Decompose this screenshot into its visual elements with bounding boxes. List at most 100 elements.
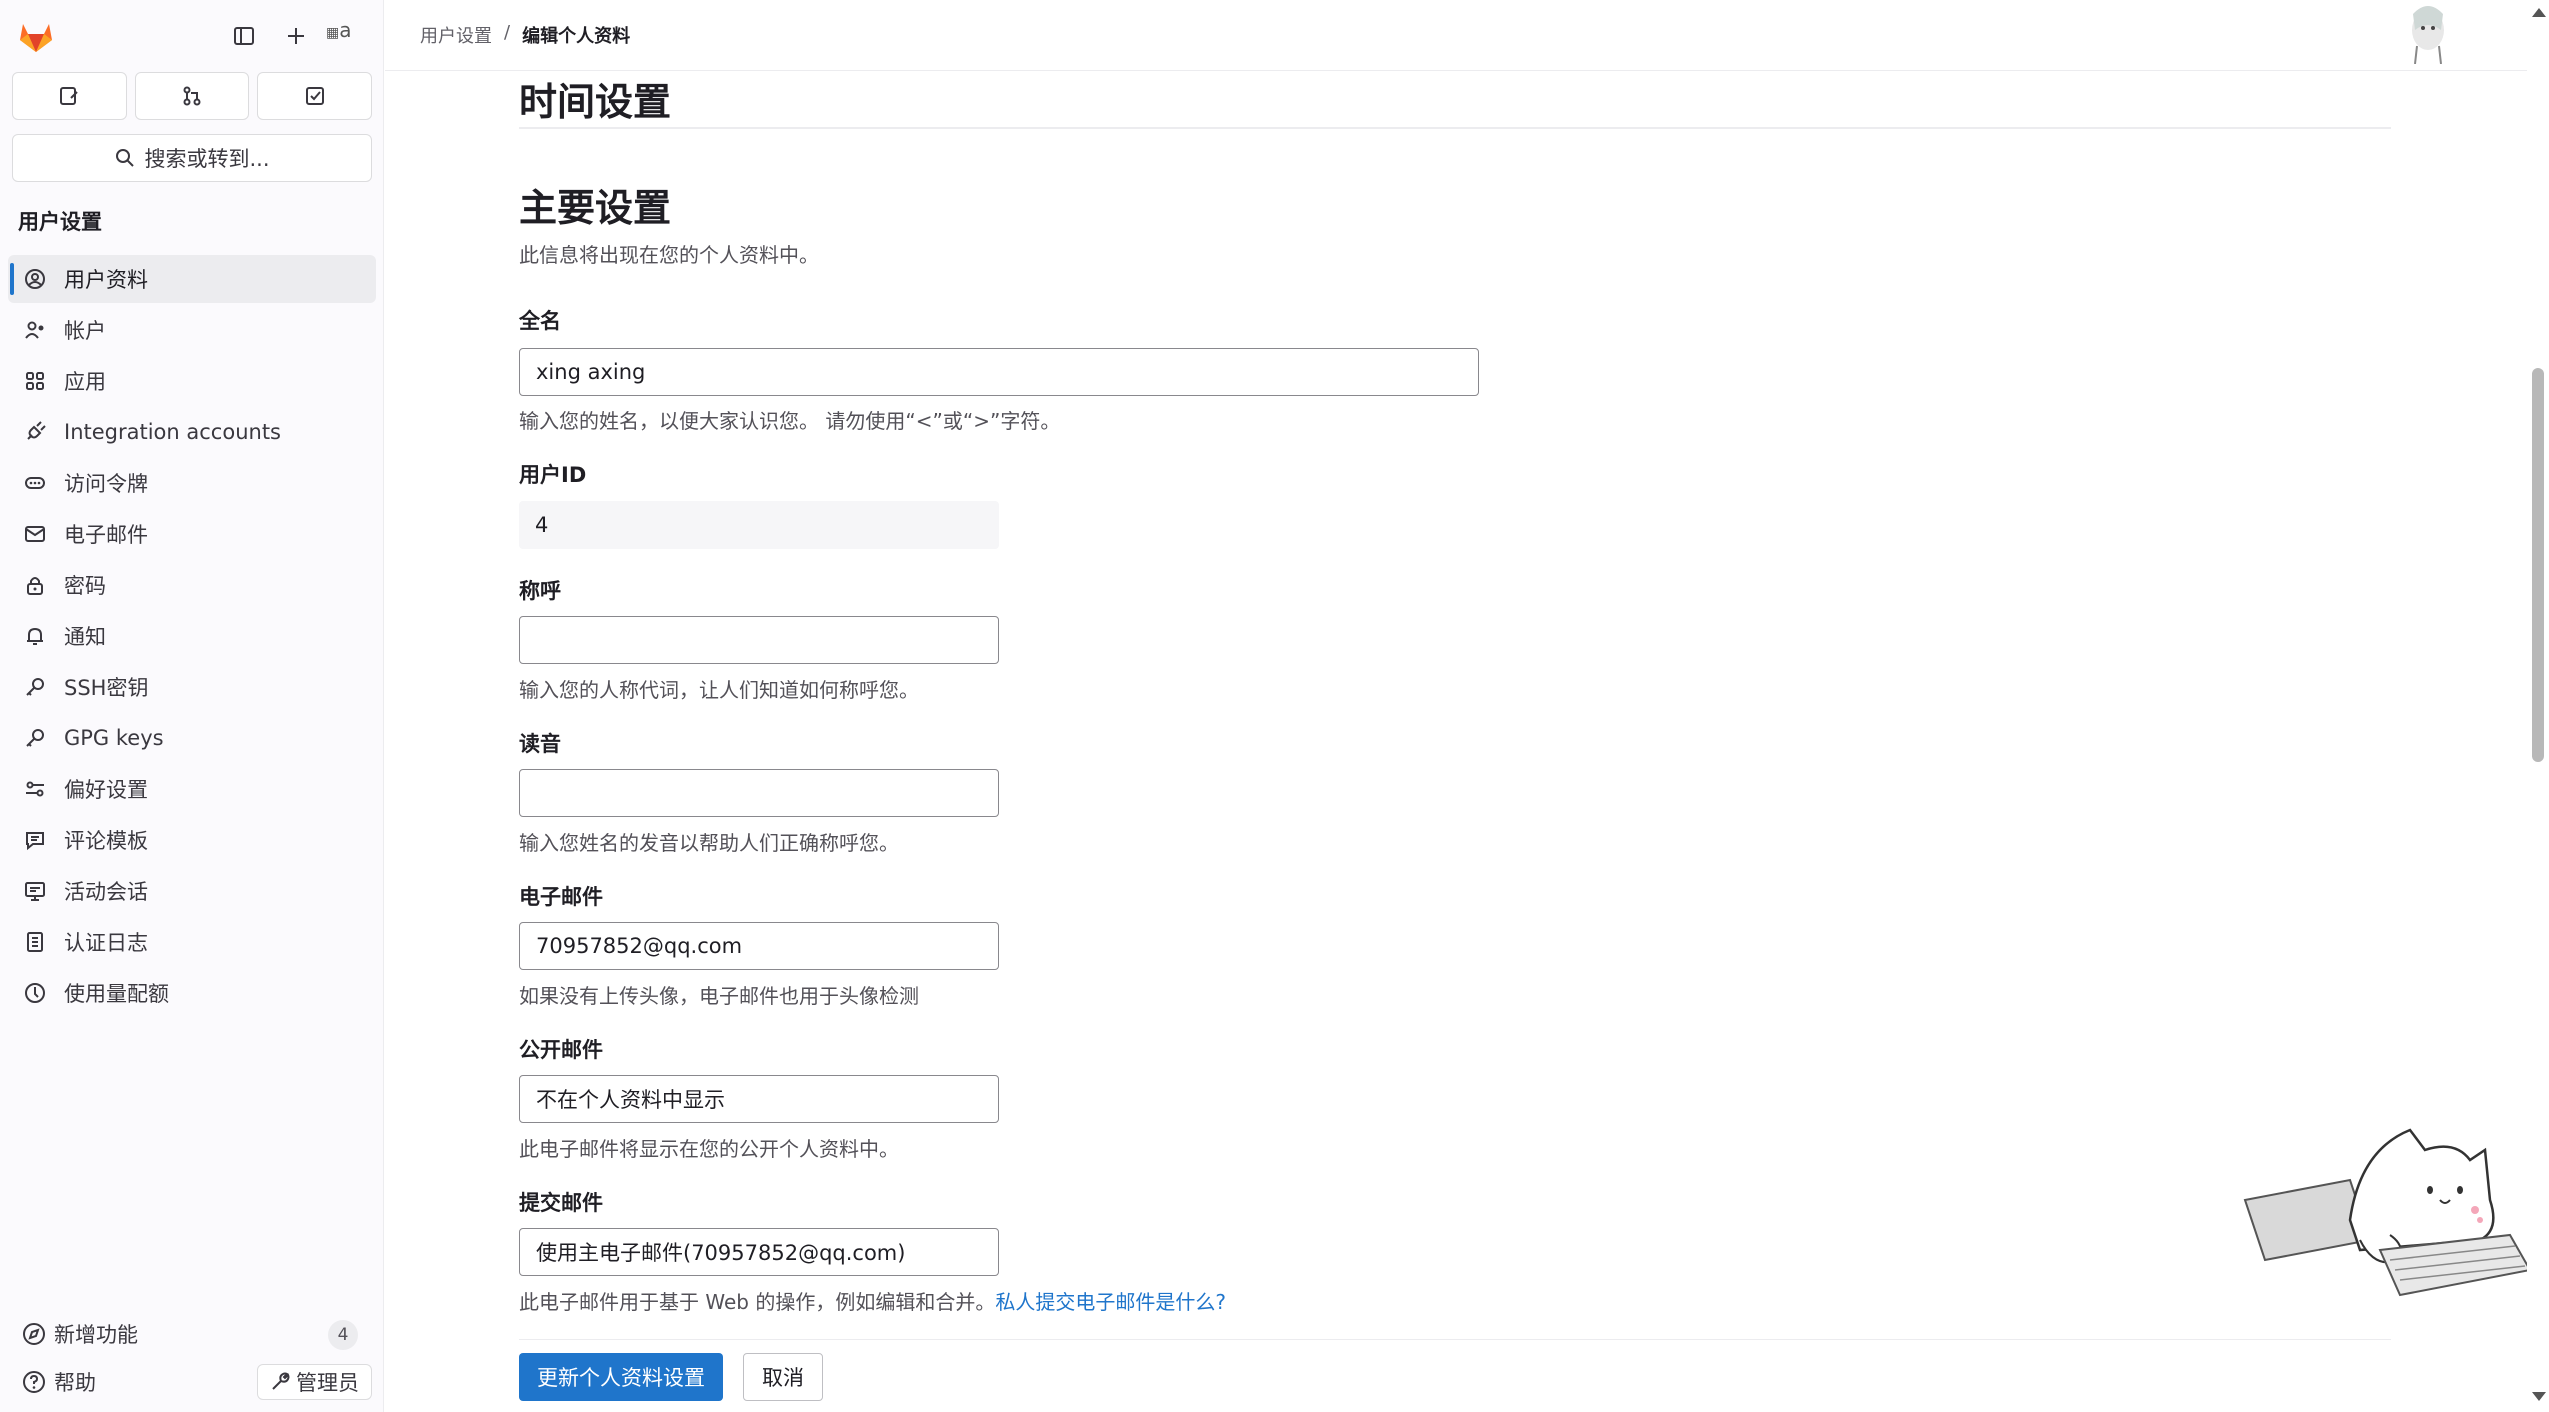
divider <box>519 1339 2391 1340</box>
pronouns-help: 输入您的人称代词，让人们知道如何称呼您。 <box>519 678 919 702</box>
user-profile-icon <box>22 266 48 292</box>
email-select[interactable]: 70957852@qq.com <box>519 922 999 970</box>
sidebar-item-label: 访问令牌 <box>64 472 148 496</box>
help-icon[interactable] <box>22 1370 46 1394</box>
divider <box>519 127 2391 129</box>
main-settings-description: 此信息将出现在您的个人资料中。 <box>519 243 819 267</box>
cat-keyboard-decoration <box>2243 1128 2530 1297</box>
plus-icon[interactable] <box>278 18 314 54</box>
sidebar-item-password[interactable]: 密码 <box>8 561 376 609</box>
public-email-help: 此电子邮件将显示在您的公开个人资料中。 <box>519 1137 899 1161</box>
issues-button[interactable] <box>12 72 127 120</box>
email-label: 电子邮件 <box>519 885 603 909</box>
pronunciation-input[interactable] <box>519 769 999 817</box>
pronunciation-help: 输入您姓名的发音以帮助人们正确称呼您。 <box>519 831 899 855</box>
user-id-value: 4 <box>535 513 549 537</box>
full-name-value: xing axing <box>536 360 646 384</box>
update-profile-button[interactable]: 更新个人资料设置 <box>519 1353 723 1401</box>
sidebar-item-profile[interactable]: 用户资料 <box>8 255 376 303</box>
scroll-up-arrow-icon[interactable] <box>2532 8 2546 17</box>
public-email-value: 不在个人资料中显示 <box>536 1088 725 1112</box>
gitlab-logo-icon[interactable] <box>16 16 56 56</box>
whats-new-label: 新增功能 <box>54 1323 138 1347</box>
sidebar-item-label: Integration accounts <box>64 420 281 444</box>
key-icon <box>22 725 48 751</box>
wrench-icon <box>272 1372 290 1390</box>
quick-actions <box>12 72 373 120</box>
preferences-icon <box>22 776 48 802</box>
sidebar-item-usage-quotas[interactable]: 使用量配额 <box>8 969 376 1017</box>
scroll-thumb[interactable] <box>2532 368 2544 762</box>
top-header: 用户设置 / 编辑个人资料 <box>385 0 2535 71</box>
help-row: 帮助 管理员 <box>22 1364 372 1400</box>
merge-requests-button[interactable] <box>134 72 250 120</box>
sidebar-item-auth-log[interactable]: 认证日志 <box>8 918 376 966</box>
sidebar-item-label: 电子邮件 <box>64 523 148 547</box>
user-id-label: 用户ID <box>519 463 587 487</box>
main-settings-heading: 主要设置 <box>519 186 672 230</box>
breadcrumb-current[interactable]: 编辑个人资料 <box>522 22 630 48</box>
sidebar-item-integration-accounts[interactable]: Integration accounts <box>8 408 376 456</box>
todos-button[interactable] <box>257 72 373 120</box>
sidebar-item-access-tokens[interactable]: 访问令牌 <box>8 459 376 507</box>
cancel-button[interactable]: 取消 <box>743 1353 823 1401</box>
log-icon <box>22 929 48 955</box>
quota-icon <box>22 980 48 1006</box>
compass-icon <box>23 1323 45 1345</box>
commit-email-help: 此电子邮件用于基于 Web 的操作，例如编辑和合并。私人提交电子邮件是什么? <box>519 1286 1226 1315</box>
sidebar-item-label: 用户资料 <box>64 268 148 292</box>
sidebar-section-title: 用户设置 <box>18 210 102 234</box>
breadcrumb: 用户设置 / 编辑个人资料 <box>420 22 630 48</box>
token-icon <box>22 470 48 496</box>
whats-new-count-badge: 4 <box>328 1320 358 1350</box>
lock-icon <box>22 572 48 598</box>
full-name-label: 全名 <box>519 309 561 333</box>
sidebar-item-applications[interactable]: 应用 <box>8 357 376 405</box>
search-button[interactable]: 搜索或转到... <box>12 134 372 182</box>
sidebar-item-comment-templates[interactable]: 评论模板 <box>8 816 376 864</box>
sidebar-item-active-sessions[interactable]: 活动会话 <box>8 867 376 915</box>
full-name-input[interactable]: xing axing <box>519 348 1479 396</box>
commit-email-label: 提交邮件 <box>519 1191 603 1215</box>
sidebar-item-label: 通知 <box>64 625 106 649</box>
public-email-select[interactable]: 不在个人资料中显示 <box>519 1075 999 1123</box>
sidebar-item-preferences[interactable]: 偏好设置 <box>8 765 376 813</box>
sidebar-item-label: 认证日志 <box>64 931 148 955</box>
issues-icon <box>60 87 79 105</box>
breadcrumb-parent-link[interactable]: 用户设置 <box>420 22 492 48</box>
help-label[interactable]: 帮助 <box>54 1367 96 1397</box>
avatar[interactable]: ▦a <box>326 18 366 54</box>
page-scrollbar[interactable] <box>2527 0 2549 1412</box>
commit-email-help-text: 此电子邮件用于基于 Web 的操作，例如编辑和合并。 <box>519 1290 996 1314</box>
sidebar-item-label: 评论模板 <box>64 829 148 853</box>
merge-request-icon <box>183 86 201 106</box>
sidebar-item-label: 偏好设置 <box>64 778 148 802</box>
sidebar-item-notifications[interactable]: 通知 <box>8 612 376 660</box>
email-value: 70957852@qq.com <box>536 934 743 958</box>
sidebar-item-gpg-keys[interactable]: GPG keys <box>8 714 376 762</box>
admin-button[interactable]: 管理员 <box>257 1364 372 1400</box>
bell-icon <box>22 623 48 649</box>
sidebar-nav: 用户资料 帐户 应用 Integration accounts 访问令牌 电子邮… <box>8 255 376 1020</box>
whats-new-item[interactable]: 新增功能 4 <box>22 1316 362 1352</box>
plug-icon <box>22 419 48 445</box>
monitor-icon <box>22 878 48 904</box>
applications-icon <box>22 368 48 394</box>
pronouns-input[interactable] <box>519 616 999 664</box>
search-icon <box>116 149 135 167</box>
key-icon <box>22 674 48 700</box>
avatar-alt-text: a <box>339 18 352 42</box>
user-id-field: 4 <box>519 501 999 549</box>
private-commit-email-link[interactable]: 私人提交电子邮件是什么? <box>995 1290 1226 1314</box>
scroll-down-arrow-icon[interactable] <box>2532 1392 2546 1401</box>
user-avatar[interactable] <box>2395 0 2461 64</box>
pronunciation-label: 读音 <box>519 732 561 756</box>
account-icon <box>22 317 48 343</box>
sidebar-toggle-icon[interactable] <box>226 18 262 54</box>
sidebar: ▦a 搜索或转到... 用户设置 用户资料 帐户 应用 Integration … <box>0 0 384 1412</box>
commit-email-select[interactable]: 使用主电子邮件(70957852@qq.com) <box>519 1228 999 1276</box>
sidebar-item-account[interactable]: 帐户 <box>8 306 376 354</box>
sidebar-item-label: 帐户 <box>64 319 106 343</box>
sidebar-item-emails[interactable]: 电子邮件 <box>8 510 376 558</box>
sidebar-item-ssh-keys[interactable]: SSH密钥 <box>8 663 376 711</box>
